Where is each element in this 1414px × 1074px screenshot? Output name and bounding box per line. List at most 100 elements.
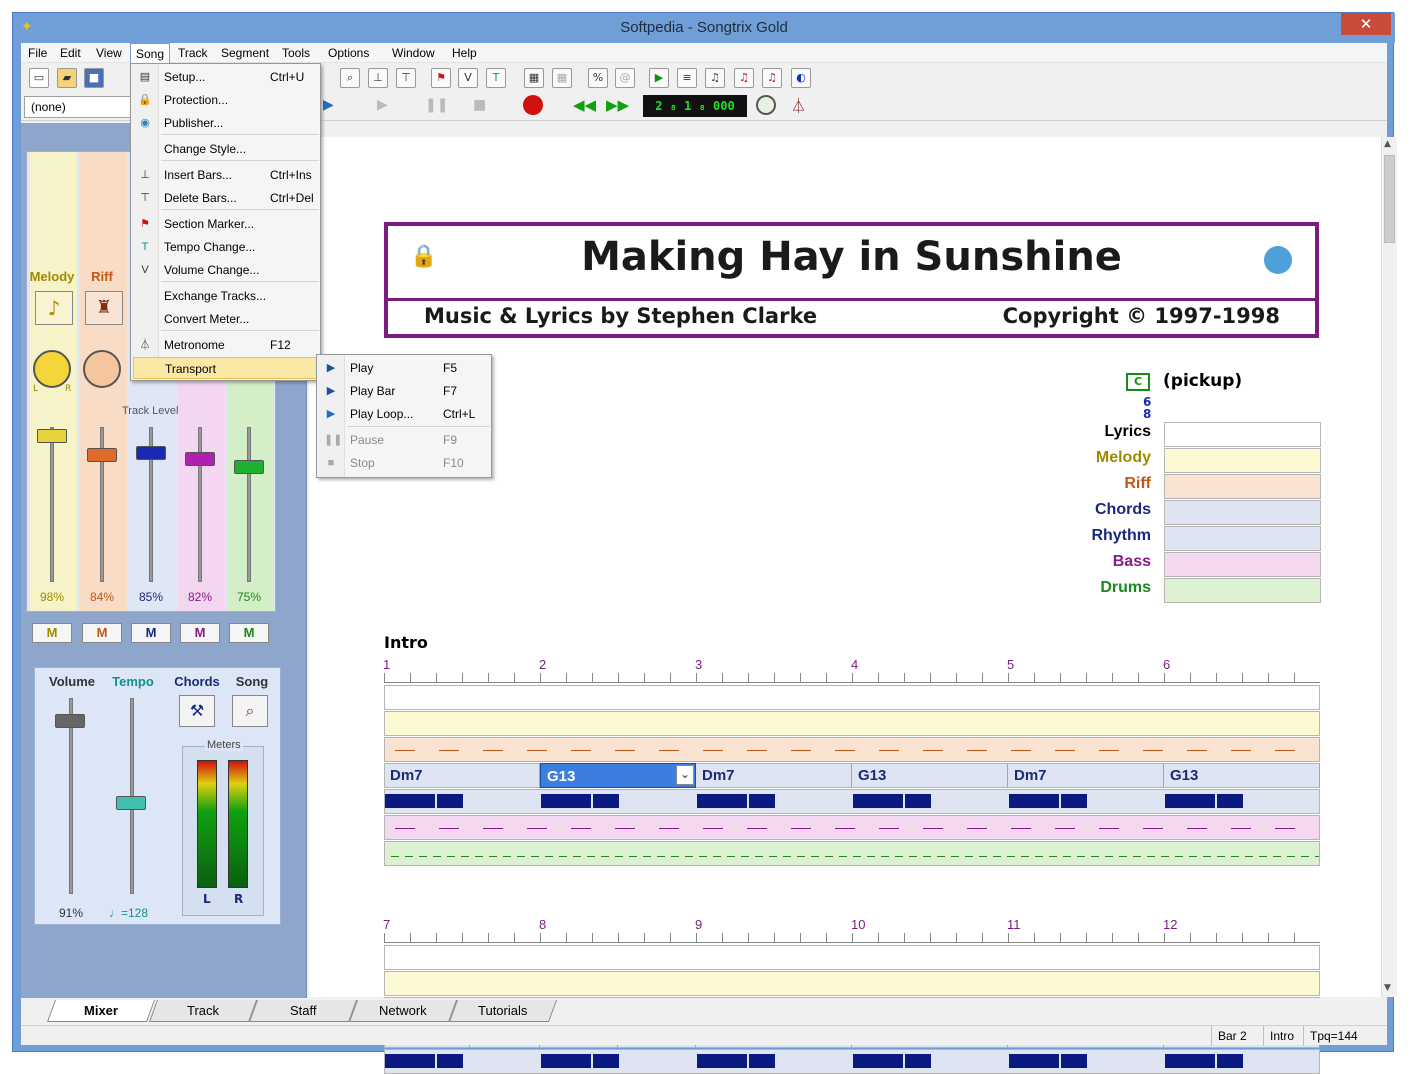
melody-instrument-button[interactable]: ♪ [35, 291, 73, 325]
network-icon[interactable]: ◐ [791, 68, 811, 88]
clock-icon[interactable] [756, 95, 776, 115]
scroll-up-icon[interactable]: ▲ [1384, 139, 1391, 149]
melody-pan-knob[interactable] [33, 350, 71, 388]
chords-fader[interactable] [136, 446, 166, 460]
chord-cell[interactable]: Dm7 [1008, 763, 1164, 788]
bar-ruler[interactable] [384, 933, 1320, 943]
pickup-lane-riff[interactable] [1164, 474, 1321, 499]
loop-play-icon[interactable]: ▶ [323, 97, 341, 115]
track-name-riff[interactable]: Riff [1049, 475, 1151, 493]
publisher-icon[interactable] [1264, 246, 1292, 274]
flag-icon[interactable]: ⚑ [431, 68, 451, 88]
new-file-icon[interactable]: ▭ [29, 68, 49, 88]
transport-menu-item-play-loop[interactable]: ▶ Play Loop... Ctrl+L [319, 403, 489, 425]
menu-help[interactable]: Help [447, 43, 482, 63]
song-menu-item-metronome[interactable]: ⏃ Metronome F12 [133, 334, 318, 356]
song-menu-item-volume-change[interactable]: V Volume Change... [133, 259, 318, 281]
volume-change-icon[interactable]: V [458, 68, 478, 88]
open-folder-icon[interactable]: ▰ [57, 68, 77, 88]
riff-instrument-button[interactable]: ♜ [85, 291, 123, 325]
at-icon[interactable]: @ [615, 68, 635, 88]
note-color-icon[interactable]: ♫ [734, 68, 754, 88]
tab-tutorials[interactable]: Tutorials [448, 1000, 558, 1022]
song-menu-item-convert-meter[interactable]: Convert Meter... [133, 308, 318, 330]
riff-fader[interactable] [87, 448, 117, 462]
tab-track[interactable]: Track [148, 1000, 258, 1022]
song-tool-button[interactable]: ⌕ [232, 695, 268, 727]
percent-icon[interactable]: % [588, 68, 608, 88]
riff-mute-button[interactable]: M [82, 623, 122, 643]
tab-network[interactable]: Network [348, 1000, 458, 1022]
melody-mute-button[interactable]: M [32, 623, 72, 643]
track-name-rhythm[interactable]: Rhythm [1049, 527, 1151, 545]
pickup-lane-melody[interactable] [1164, 448, 1321, 473]
fast-forward-icon[interactable]: ▶▶ [606, 96, 629, 114]
track-view-icon[interactable]: ▶ [649, 68, 669, 88]
grid-icon[interactable]: ▦ [524, 68, 544, 88]
note-view-icon[interactable]: ♫ [705, 68, 725, 88]
chords-tool-button[interactable]: ⚒ [179, 695, 215, 727]
tempo-fader[interactable] [116, 796, 146, 810]
volume-fader[interactable] [55, 714, 85, 728]
chords-mute-button[interactable]: M [131, 623, 171, 643]
menu-song[interactable]: Song [130, 43, 171, 63]
note-multi-icon[interactable]: ♫ [762, 68, 782, 88]
menu-segment[interactable]: Segment [216, 43, 274, 63]
melody-fader[interactable] [37, 429, 67, 443]
lane-melody[interactable] [384, 711, 1320, 736]
transport-menu-item-play[interactable]: ▶ Play F5 [319, 357, 489, 379]
lane-riff[interactable] [384, 737, 1320, 762]
song-menu-item-insert-bars[interactable]: ⊥ Insert Bars... Ctrl+Ins [133, 164, 318, 186]
menu-view[interactable]: View [91, 43, 127, 63]
tab-mixer[interactable]: Mixer [46, 1000, 156, 1022]
song-menu-item-tempo-change[interactable]: T Tempo Change... [133, 236, 318, 258]
transport-menu-item-play-bar[interactable]: ▶ Play Bar F7 [319, 380, 489, 402]
chord-cell[interactable]: Dm7 [696, 763, 852, 788]
menu-file[interactable]: File [23, 43, 52, 63]
chord-cell[interactable]: Dm7 [384, 763, 540, 788]
lane-bass[interactable] [384, 815, 1320, 840]
metronome-icon[interactable]: ⏃ [791, 95, 806, 116]
play-icon[interactable]: ▶ [377, 97, 395, 115]
bass-mute-button[interactable]: M [180, 623, 220, 643]
track-name-chords[interactable]: Chords [1049, 501, 1151, 519]
scroll-down-icon[interactable]: ▼ [1384, 983, 1391, 993]
pickup-lane-lyrics[interactable] [1164, 422, 1321, 447]
close-button[interactable]: ✕ [1341, 13, 1391, 35]
track-name-lyrics[interactable]: Lyrics [1049, 423, 1151, 441]
track-name-drums[interactable]: Drums [1049, 579, 1151, 597]
song-menu-item-change-style[interactable]: Change Style... [133, 138, 318, 160]
lane-drums[interactable] [384, 841, 1320, 866]
pickup-lane-rhythm[interactable] [1164, 526, 1321, 551]
chord-cell[interactable]: G13 [1164, 763, 1320, 788]
bar-ruler[interactable] [384, 673, 1320, 683]
track-name-bass[interactable]: Bass [1049, 553, 1151, 571]
menu-options[interactable]: Options [323, 43, 374, 63]
vertical-scrollbar[interactable]: ▲ ▼ [1381, 137, 1397, 997]
key-badge[interactable]: C [1126, 373, 1150, 391]
song-menu-item-protection[interactable]: 🔒 Protection... [133, 89, 318, 111]
menu-window[interactable]: Window [387, 43, 440, 63]
save-icon[interactable]: ■ [84, 68, 104, 88]
grid-off-icon[interactable]: ▦ [552, 68, 572, 88]
song-menu-item-publisher[interactable]: ◉ Publisher... [133, 112, 318, 134]
transport-menu-item-pause[interactable]: ❚❚ Pause F9 [319, 429, 489, 451]
chord-dropdown-chevron-down-icon[interactable]: ⌄ [676, 765, 694, 785]
pickup-lane-bass[interactable] [1164, 552, 1321, 577]
pause-icon[interactable]: ❚❚ [425, 97, 448, 115]
rewind-icon[interactable]: ◀◀ [573, 96, 596, 114]
song-menu-item-section-marker[interactable]: ⚑ Section Marker... [133, 213, 318, 235]
pickup-lane-chords[interactable] [1164, 500, 1321, 525]
song-menu-item-exchange-tracks[interactable]: Exchange Tracks... [133, 285, 318, 307]
song-menu-item-transport[interactable]: Transport [133, 357, 318, 379]
find-icon[interactable]: ⌕ [340, 68, 360, 88]
drums-fader[interactable] [234, 460, 264, 474]
bass-fader[interactable] [185, 452, 215, 466]
lane-lyrics[interactable] [384, 685, 1320, 710]
delete-bars-icon[interactable]: ⊤ [396, 68, 416, 88]
song-menu-item-delete-bars[interactable]: ⊤ Delete Bars... Ctrl+Del [133, 187, 318, 209]
lane-rhythm[interactable] [384, 789, 1320, 814]
chord-cell[interactable]: G13 [540, 763, 696, 788]
lane-melody[interactable] [384, 971, 1320, 996]
staff-view-icon[interactable]: ≡ [677, 68, 697, 88]
